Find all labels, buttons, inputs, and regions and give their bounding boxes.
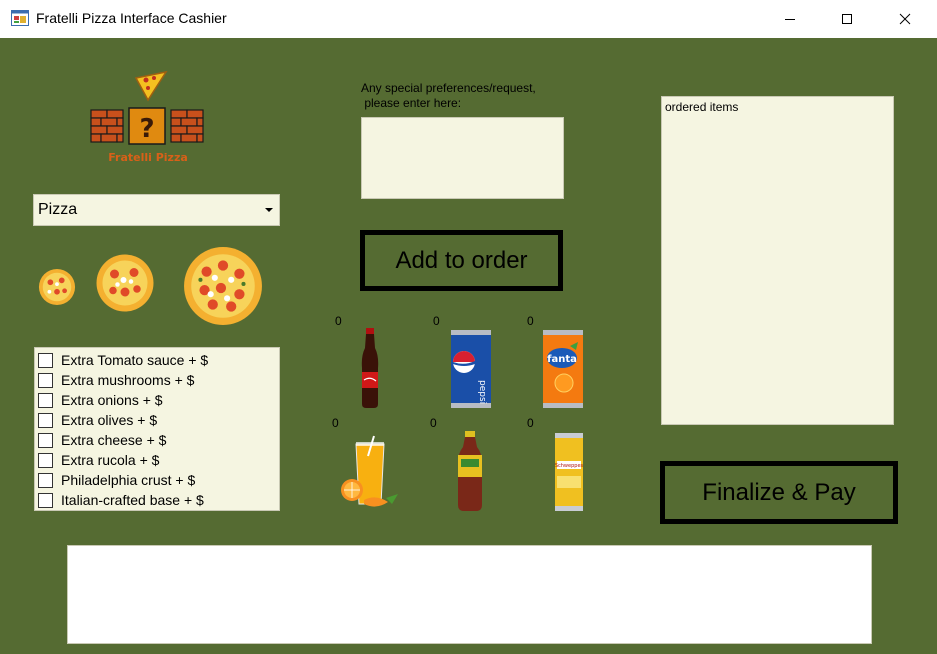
orange-juice-glass-icon[interactable] bbox=[336, 434, 402, 514]
windows-form-icon bbox=[11, 10, 29, 26]
product-select-value: Pizza bbox=[38, 201, 78, 218]
window-title: Fratelli Pizza Interface Cashier bbox=[36, 10, 227, 26]
extras-checklist[interactable]: Extra Tomato sauce + $ Extra mushrooms +… bbox=[34, 347, 280, 511]
large-pizza-icon[interactable] bbox=[182, 245, 264, 327]
svg-text:pepsi: pepsi bbox=[477, 380, 487, 404]
pepsi-count: 0 bbox=[433, 314, 440, 328]
extra-rucola-label: Extra rucola + $ bbox=[61, 452, 160, 468]
ordered-items-list[interactable]: ordered items bbox=[661, 96, 894, 425]
extra-mushrooms-option[interactable]: Extra mushrooms + $ bbox=[38, 370, 279, 390]
main-form: ? Fratelli Pizza Pizza Extra Tomato sauc… bbox=[0, 38, 937, 654]
close-button[interactable] bbox=[882, 0, 928, 38]
extra-rucola-checkbox[interactable] bbox=[38, 452, 53, 468]
chevron-down-icon[interactable] bbox=[259, 195, 279, 225]
extra-olives-option[interactable]: Extra olives + $ bbox=[38, 410, 279, 430]
schweppes-can-icon[interactable]: Schweppes bbox=[552, 431, 586, 513]
extra-rucola-option[interactable]: Extra rucola + $ bbox=[38, 450, 279, 470]
extra-olives-label: Extra olives + $ bbox=[61, 412, 158, 428]
small-pizza-icon[interactable] bbox=[38, 268, 76, 306]
preferences-label: Any special preferences/request, please … bbox=[361, 81, 536, 110]
extra-onions-label: Extra onions + $ bbox=[61, 392, 163, 408]
maximize-button[interactable] bbox=[824, 0, 870, 38]
maximize-icon bbox=[842, 14, 852, 24]
schweppes-count: 0 bbox=[527, 416, 534, 430]
ordered-items-label: ordered items bbox=[665, 100, 739, 114]
add-to-order-button[interactable]: Add to order bbox=[360, 230, 563, 291]
orange-juice-count: 0 bbox=[332, 416, 339, 430]
coca-cola-bottle-icon[interactable] bbox=[355, 328, 385, 410]
extra-cheese-checkbox[interactable] bbox=[38, 432, 53, 448]
pepsi-can-icon[interactable]: pepsi bbox=[448, 328, 494, 410]
extra-cheese-option[interactable]: Extra cheese + $ bbox=[38, 430, 279, 450]
extra-tomato-sauce-checkbox[interactable] bbox=[38, 352, 53, 368]
medium-pizza-icon[interactable] bbox=[95, 253, 155, 313]
close-icon bbox=[899, 13, 911, 25]
philadelphia-crust-option[interactable]: Philadelphia crust + $ bbox=[38, 470, 279, 490]
italian-crafted-base-checkbox[interactable] bbox=[38, 492, 53, 508]
title-bar: Fratelli Pizza Interface Cashier bbox=[0, 0, 937, 38]
extra-olives-checkbox[interactable] bbox=[38, 412, 53, 428]
extra-cheese-label: Extra cheese + $ bbox=[61, 432, 167, 448]
iced-tea-bottle-icon[interactable] bbox=[455, 431, 485, 513]
product-select[interactable]: Pizza bbox=[33, 194, 280, 226]
iced-tea-count: 0 bbox=[430, 416, 437, 430]
svg-text:fanta: fanta bbox=[547, 354, 577, 365]
preferences-input[interactable] bbox=[361, 117, 564, 199]
fanta-can-icon[interactable]: fanta bbox=[540, 328, 586, 410]
extra-onions-checkbox[interactable] bbox=[38, 392, 53, 408]
philadelphia-crust-checkbox[interactable] bbox=[38, 472, 53, 488]
minimize-icon bbox=[785, 19, 795, 20]
extra-tomato-sauce-option[interactable]: Extra Tomato sauce + $ bbox=[38, 350, 279, 370]
svg-text:Schweppes: Schweppes bbox=[555, 463, 584, 469]
svg-text:?: ? bbox=[139, 114, 154, 144]
extra-onions-option[interactable]: Extra onions + $ bbox=[38, 390, 279, 410]
minimize-button[interactable] bbox=[767, 0, 813, 38]
logo-text: Fratelli Pizza bbox=[108, 151, 188, 164]
philadelphia-crust-label: Philadelphia crust + $ bbox=[61, 472, 196, 488]
coca-cola-count: 0 bbox=[335, 314, 342, 328]
italian-crafted-base-option[interactable]: Italian-crafted base + $ bbox=[38, 490, 279, 510]
extra-mushrooms-checkbox[interactable] bbox=[38, 372, 53, 388]
fanta-count: 0 bbox=[527, 314, 534, 328]
extra-mushrooms-label: Extra mushrooms + $ bbox=[61, 372, 195, 388]
question-block-logo: ? Fratelli Pizza bbox=[90, 70, 204, 164]
status-output-box[interactable] bbox=[67, 545, 872, 644]
extra-tomato-sauce-label: Extra Tomato sauce + $ bbox=[61, 352, 209, 368]
italian-crafted-base-label: Italian-crafted base + $ bbox=[61, 492, 204, 508]
finalize-pay-button[interactable]: Finalize & Pay bbox=[660, 461, 898, 524]
